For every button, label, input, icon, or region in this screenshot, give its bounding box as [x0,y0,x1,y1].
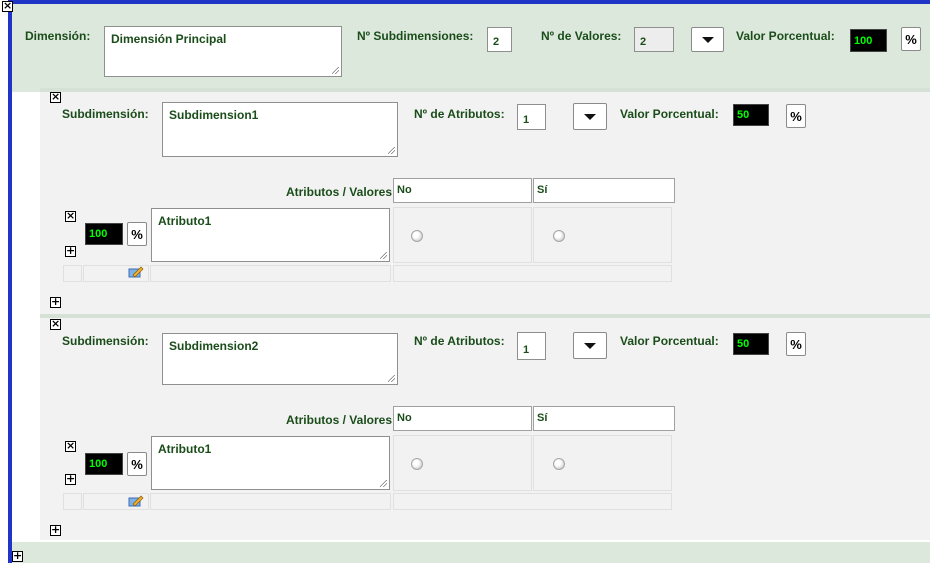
chevron-down-icon [584,113,596,120]
attributes-count-label: Nº de Atributos: [414,107,505,121]
add-subdimension-icon[interactable]: + [50,524,61,536]
attributes-dropdown-button[interactable] [573,332,607,359]
attribute-name-field[interactable]: Atributo1 [151,436,390,490]
radio-si[interactable] [553,230,565,242]
subdimension-pct-field[interactable]: 50 [733,104,769,126]
subdimension-pct-label: Valor Porcentual: [620,334,719,348]
dimension-pct-field[interactable]: 100 [850,29,887,52]
subdimension-pct-field[interactable]: 50 [733,333,769,355]
attributes-count-field[interactable]: 1 [517,104,546,130]
dimension-pct-button[interactable]: % [901,27,921,51]
value-column-no: No [393,406,532,431]
chevron-down-icon [584,342,596,349]
grid-footer-cell [393,493,672,510]
add-subdimension-icon[interactable]: + [50,296,61,308]
attributes-count-field[interactable]: 1 [517,332,546,360]
edit-icon[interactable] [128,266,144,278]
add-attribute-icon[interactable]: + [65,245,76,257]
radio-si[interactable] [553,458,565,470]
edit-icon[interactable] [128,495,144,507]
attribute-pct-button[interactable]: % [127,222,147,246]
subdimension-pct-label: Valor Porcentual: [620,107,719,121]
remove-subdimension-icon[interactable]: × [50,91,61,103]
values-count-field: 2 [634,27,674,52]
attribute-name-field[interactable]: Atributo1 [151,208,390,262]
subdimensions-count-field[interactable]: 2 [487,27,512,52]
radio-no[interactable] [411,458,423,470]
dimension-name-field[interactable]: Dimensión Principal [104,26,342,77]
remove-attribute-icon[interactable]: × [65,210,76,222]
value-column-si: Sí [533,406,675,431]
remove-subdimension-icon[interactable]: × [50,318,61,330]
dimension-pct-label: Valor Porcentual: [736,29,835,43]
value-column-si: Sí [533,178,675,203]
subdimension-name-field[interactable]: Subdimension2 [162,333,398,385]
attributes-count-label: Nº de Atributos: [414,334,505,348]
remove-dimension-icon[interactable]: × [2,0,13,12]
attributes-dropdown-button[interactable] [573,103,607,130]
radio-no[interactable] [411,230,423,242]
dimension-editor: × Dimensión: Dimensión Principal Nº Subd… [0,0,930,563]
dimension-label: Dimensión: [25,29,91,43]
subdimension-pct-button[interactable]: % [786,104,806,128]
attribute-pct-field[interactable]: 100 [85,223,123,245]
grid-footer-cell [150,493,391,510]
add-attribute-icon[interactable]: + [65,473,76,485]
values-dropdown-button[interactable] [691,27,724,52]
values-count-label: Nº de Valores: [541,29,622,43]
add-dimension-icon[interactable]: + [12,550,23,562]
subdimension-pct-button[interactable]: % [786,332,806,356]
attribute-pct-button[interactable]: % [127,452,147,476]
subdimension-name-field[interactable]: Subdimension1 [162,102,398,157]
subdimension-label: Subdimensión: [62,107,149,121]
grid-footer-cell [150,265,391,282]
dimension-footer [12,542,930,563]
attribute-pct-field[interactable]: 100 [85,453,123,475]
subdimension-label: Subdimensión: [62,334,149,348]
grid-footer-cell [63,265,82,282]
attributes-values-header: Atributos / Valores [285,185,392,199]
value-column-no: No [393,178,532,203]
chevron-down-icon [701,36,714,43]
grid-footer-cell [63,493,82,510]
subdimensions-count-label: Nº Subdimensiones: [357,29,474,43]
remove-attribute-icon[interactable]: × [65,440,76,452]
grid-footer-cell [393,265,672,282]
attributes-values-header: Atributos / Valores [285,413,392,427]
